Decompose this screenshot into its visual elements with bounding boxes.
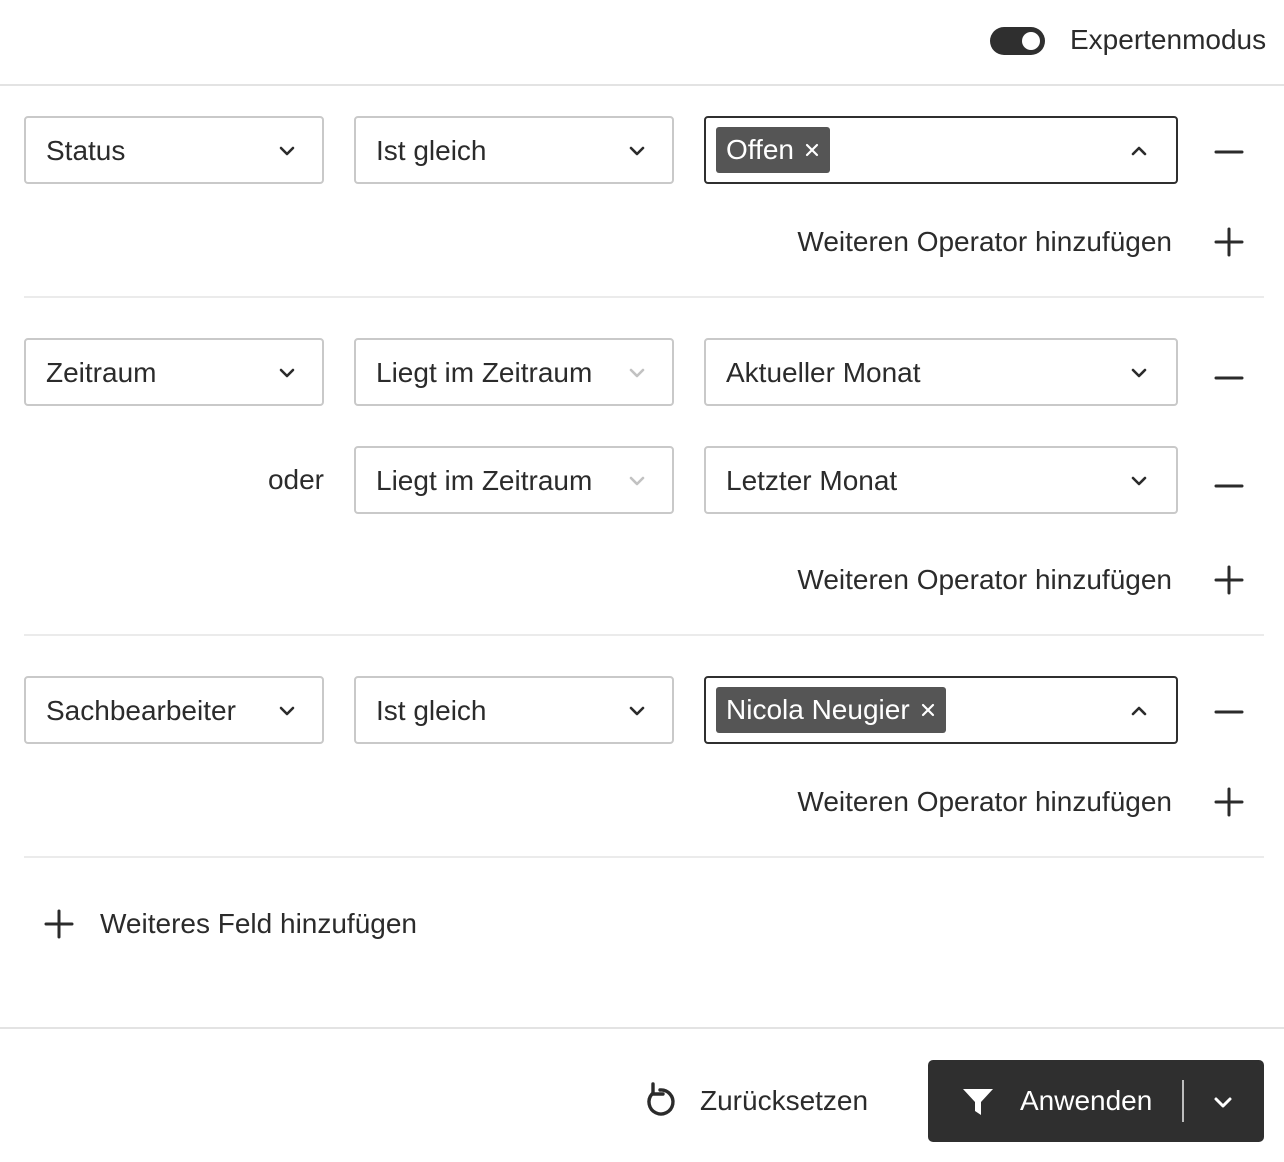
close-icon[interactable] [804, 142, 820, 158]
chevron-down-icon [279, 146, 295, 156]
chevron-down-icon [1131, 368, 1147, 378]
add-operator-link[interactable]: Weiteren Operator hinzufügen [797, 785, 1172, 819]
chevron-down-icon [629, 706, 645, 716]
field-select-value: Zeitraum [46, 357, 157, 388]
remove-row-button[interactable] [1214, 363, 1244, 393]
reset-icon [647, 1082, 675, 1116]
value-select[interactable]: Aktueller Monat [704, 338, 1178, 406]
add-operator-link[interactable]: Weiteren Operator hinzufügen [797, 563, 1172, 597]
chevron-down-icon [279, 706, 295, 716]
value-chip: Offen [716, 127, 830, 173]
apply-split-button: Anwenden [928, 1060, 1264, 1142]
remove-row-button[interactable] [1214, 137, 1244, 167]
reset-label: Zurücksetzen [700, 1085, 869, 1116]
value-chip: Nicola Neugier [716, 687, 946, 733]
chevron-down-icon [1131, 476, 1147, 486]
value-chip-label: Nicola Neugier [726, 694, 910, 725]
value-select[interactable]: Letzter Monat [704, 446, 1178, 514]
value-multiselect[interactable]: Offen [704, 116, 1178, 184]
apply-label: Anwenden [1020, 1085, 1153, 1116]
group-divider [24, 856, 1264, 858]
apply-button[interactable]: Anwenden [928, 1060, 1182, 1142]
remove-row-button[interactable] [1214, 471, 1244, 501]
remove-row-button[interactable] [1214, 697, 1244, 727]
field-select-value: Status [46, 135, 126, 166]
group-divider [24, 296, 1264, 298]
footer-divider [0, 1027, 1284, 1029]
chevron-up-icon [1131, 146, 1147, 156]
chevron-down-icon [629, 146, 645, 156]
operator-select[interactable]: Liegt im Zeitraum [354, 446, 674, 514]
operator-select-value: Ist gleich [376, 135, 487, 166]
toggle-switch-icon [1022, 32, 1040, 50]
plus-icon [44, 909, 74, 939]
group-divider [24, 634, 1264, 636]
chevron-down-icon [629, 476, 645, 486]
expert-mode-toggle[interactable] [990, 27, 1045, 55]
chevron-up-icon [1131, 706, 1147, 716]
plus-icon[interactable] [1214, 227, 1244, 257]
add-operator-link[interactable]: Weiteren Operator hinzufügen [797, 225, 1172, 259]
header-bar: Expertenmodus [0, 0, 1284, 86]
plus-icon[interactable] [1214, 565, 1244, 595]
field-select-status[interactable]: Status [24, 116, 324, 184]
value-select-value: Letzter Monat [726, 465, 898, 496]
plus-icon[interactable] [1214, 787, 1244, 817]
chevron-down-icon [629, 368, 645, 378]
operator-select-value: Liegt im Zeitraum [376, 465, 593, 496]
chevron-down-icon [1214, 1097, 1232, 1108]
filter-icon [963, 1089, 993, 1115]
operator-select-value: Ist gleich [376, 695, 487, 726]
value-multiselect[interactable]: Nicola Neugier [704, 676, 1178, 744]
close-icon[interactable] [920, 702, 936, 718]
value-select-value: Aktueller Monat [726, 357, 921, 388]
operator-select[interactable]: Ist gleich [354, 116, 674, 184]
add-field-label: Weiteres Feld hinzufügen [100, 908, 417, 939]
operator-select[interactable]: Liegt im Zeitraum [354, 338, 674, 406]
value-chip-label: Offen [726, 134, 794, 165]
connector-label: oder [267, 464, 324, 495]
expert-mode-label: Expertenmodus [1070, 24, 1267, 55]
operator-select[interactable]: Ist gleich [354, 676, 674, 744]
operator-select-value: Liegt im Zeitraum [376, 357, 593, 388]
field-select-value: Sachbearbeiter [46, 695, 236, 726]
apply-options-button[interactable] [1184, 1060, 1264, 1142]
field-select-zeitraum[interactable]: Zeitraum [24, 338, 324, 406]
chevron-down-icon [279, 368, 295, 378]
field-select-sachbearbeiter[interactable]: Sachbearbeiter [24, 676, 324, 744]
